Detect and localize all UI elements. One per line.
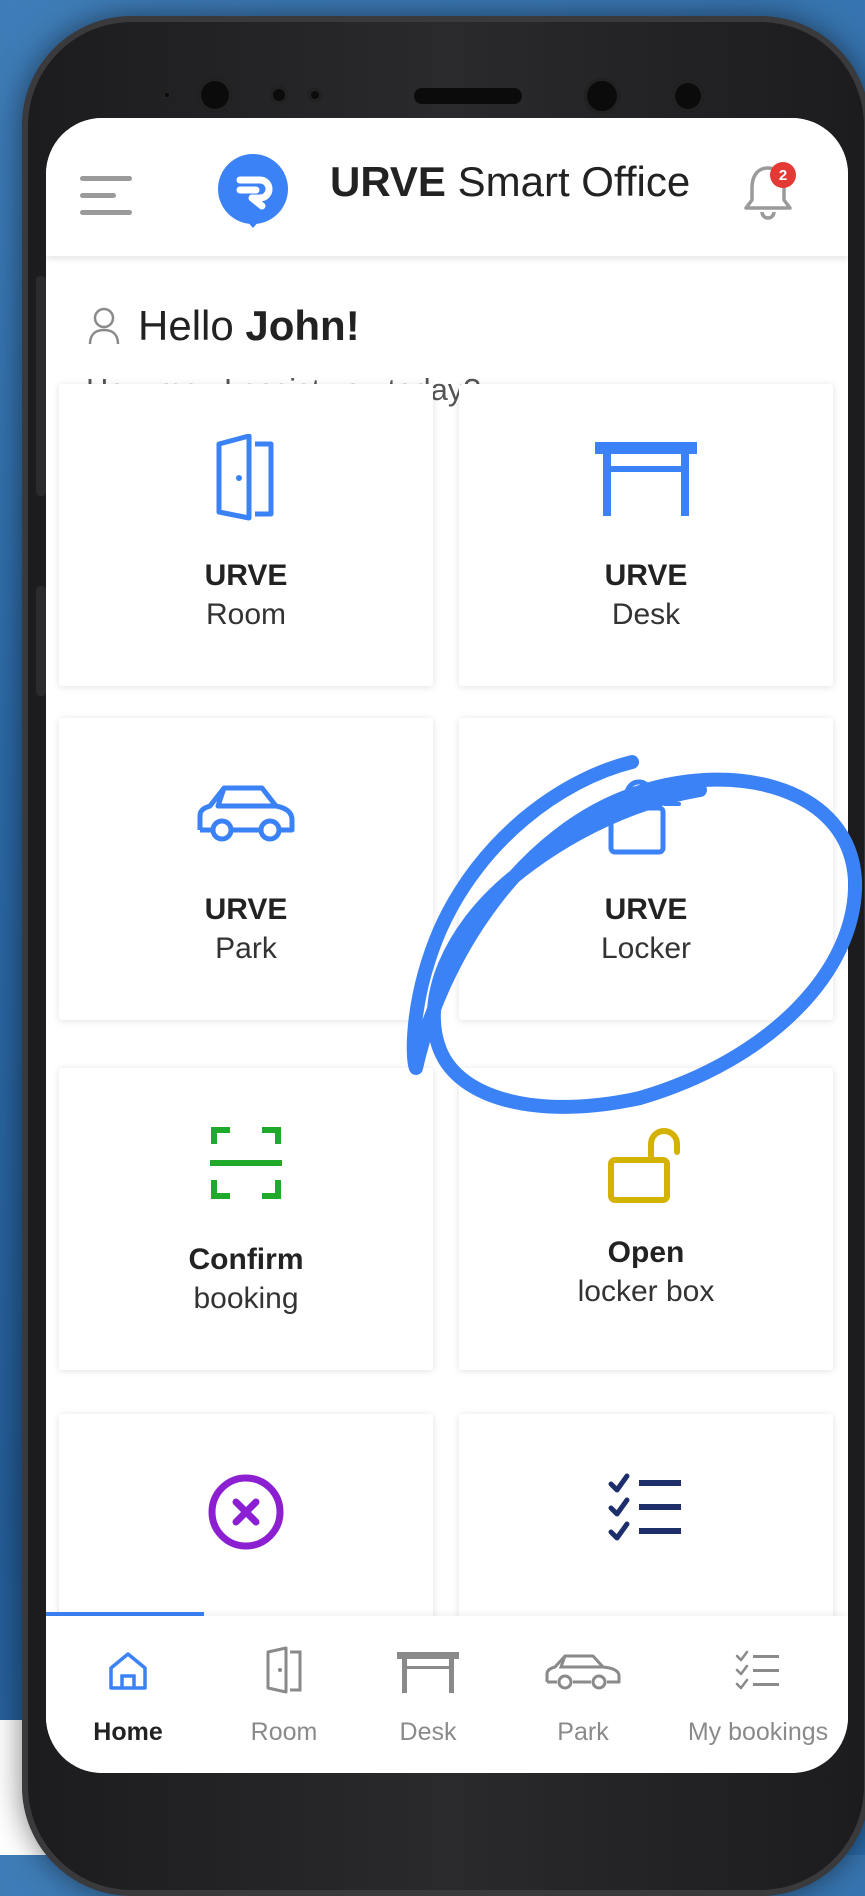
app-screen: URVE Smart Office 2 Hello John! How may … — [46, 118, 848, 1773]
card-title: Open — [607, 1236, 685, 1269]
menu-line — [80, 176, 132, 181]
greeting-name: John! — [245, 302, 360, 349]
nav-park[interactable]: Park — [498, 1616, 668, 1773]
car-icon — [498, 1646, 668, 1696]
card-subtitle: Desk — [611, 598, 681, 631]
door-icon — [210, 1646, 358, 1696]
light-sensor — [308, 88, 322, 102]
camera-sensor — [198, 78, 232, 112]
greeting-hello: Hello — [138, 302, 246, 349]
card-subtitle: booking — [193, 1282, 299, 1315]
app-title: URVE Smart Office — [330, 158, 690, 206]
user-icon — [88, 307, 120, 345]
greeting: Hello John! — [86, 296, 360, 356]
greeting-text: Hello John! — [138, 302, 360, 350]
card-urve-desk[interactable]: URVE Desk — [459, 384, 833, 686]
open-padlock-icon — [459, 1118, 833, 1208]
card-title: Confirm — [188, 1243, 304, 1276]
nav-label: My bookings — [687, 1718, 829, 1746]
menu-line — [80, 210, 132, 215]
card-title: URVE — [604, 559, 688, 592]
nav-home[interactable]: Home — [46, 1616, 210, 1773]
nav-my-bookings[interactable]: My bookings — [668, 1616, 848, 1773]
desk-icon — [459, 434, 833, 524]
car-icon — [59, 768, 433, 858]
card-urve-room[interactable]: URVE Room — [59, 384, 433, 686]
front-camera — [584, 78, 620, 114]
brand-bold: URVE — [330, 158, 446, 205]
bottom-navigation: Home Room Desk Park My bookings — [46, 1616, 848, 1773]
side-button — [36, 586, 46, 696]
nav-label: Room — [250, 1718, 318, 1746]
menu-button[interactable] — [80, 168, 134, 216]
door-icon — [59, 434, 433, 524]
face-sensor — [672, 80, 704, 112]
card-open-locker-box[interactable]: Open locker box — [459, 1068, 833, 1370]
nav-label: Desk — [399, 1718, 457, 1746]
volume-button — [36, 276, 46, 496]
notification-badge: 2 — [770, 162, 796, 188]
card-subtitle: Locker — [600, 932, 692, 965]
card-subtitle: Park — [215, 932, 277, 965]
cancel-circle-icon — [59, 1464, 433, 1554]
brand-light: Smart Office — [445, 158, 691, 205]
home-icon — [46, 1646, 210, 1696]
app-header: URVE Smart Office 2 — [46, 118, 848, 256]
card-confirm-booking[interactable]: Confirm booking — [59, 1068, 433, 1370]
unlocked-padlock-icon — [459, 768, 833, 858]
menu-line — [80, 193, 116, 198]
checklist-icon — [668, 1646, 848, 1696]
nav-label: Park — [557, 1718, 609, 1746]
card-title: URVE — [204, 893, 288, 926]
card-subtitle: Room — [205, 598, 287, 631]
nav-label: Home — [93, 1718, 163, 1746]
desk-icon — [358, 1646, 498, 1696]
nav-room[interactable]: Room — [210, 1616, 358, 1773]
scan-icon — [59, 1118, 433, 1208]
earpiece-speaker — [414, 88, 522, 104]
card-urve-park[interactable]: URVE Park — [59, 718, 433, 1020]
card-urve-locker[interactable]: URVE Locker — [459, 718, 833, 1020]
dot-sensor — [162, 90, 172, 100]
card-subtitle: locker box — [577, 1275, 715, 1308]
checklist-icon — [459, 1464, 833, 1554]
nav-desk[interactable]: Desk — [358, 1616, 498, 1773]
urve-logo-icon — [218, 154, 288, 228]
proximity-sensor — [270, 86, 288, 104]
card-title: URVE — [604, 893, 688, 926]
card-title: URVE — [204, 559, 288, 592]
